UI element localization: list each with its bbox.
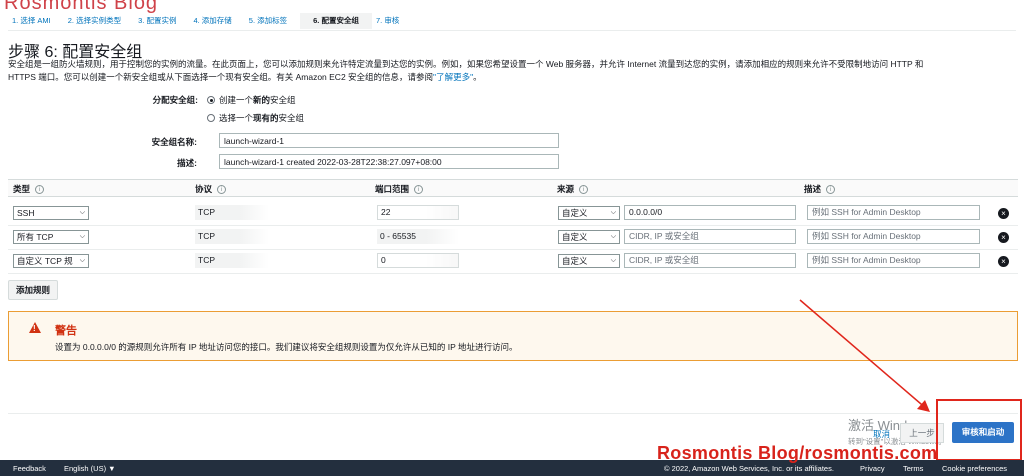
protocol-value: TCP — [195, 253, 269, 268]
description-end: 。 — [473, 72, 482, 82]
chevron-down-icon: ⌵ — [79, 233, 85, 240]
type-select[interactable]: SSH ⌵ — [13, 206, 89, 220]
source-type-select[interactable]: 自定义 ⌵ — [558, 254, 620, 268]
group-name-input[interactable]: launch-wizard-1 — [219, 133, 559, 148]
group-name-label: 安全组名称: — [151, 137, 197, 147]
table-row: SSH ⌵ TCP 22 自定义 ⌵ 0.0.0.0/0 例如 SSH for Ad… — [8, 202, 1018, 226]
info-icon[interactable]: i — [217, 184, 227, 194]
chevron-down-icon: ⌵ — [610, 233, 616, 240]
radio-select-existing[interactable]: 选择一个现有的安全组 — [207, 112, 304, 124]
header-source: 来源 i — [557, 183, 589, 195]
warning-title: 警告 — [55, 325, 77, 337]
group-desc-input[interactable]: launch-wizard-1 created 2022-03-28T22:38… — [219, 154, 559, 169]
header-protocol: 协议 i — [195, 183, 227, 195]
terms-link[interactable]: Terms — [903, 464, 923, 473]
description-input[interactable]: 例如 SSH for Admin Desktop — [807, 229, 980, 244]
source-input[interactable]: 0.0.0.0/0 — [624, 205, 796, 220]
cancel-button[interactable]: 取消 — [873, 428, 890, 440]
header-description: 描述 i — [804, 183, 836, 195]
info-icon[interactable]: i — [579, 184, 589, 194]
description-line-1: 安全组是一组防火墙规则，用于控制您的实例的流量。在此页面上，您可以添加规则来允许… — [8, 59, 924, 69]
info-icon[interactable]: i — [826, 184, 836, 194]
group-desc-label: 描述: — [177, 158, 197, 168]
radio-icon[interactable] — [207, 114, 215, 122]
chevron-down-icon: ⌵ — [610, 257, 616, 264]
port-range-value: 0 - 65535 — [377, 229, 459, 244]
description-input[interactable]: 例如 SSH for Admin Desktop — [807, 253, 980, 268]
table-row: 自定义 TCP 规 ⌵ TCP 0 自定义 ⌵ CIDR, IP 或安全组 例如 S… — [8, 250, 1018, 274]
info-icon[interactable]: i — [414, 184, 424, 194]
source-input[interactable]: CIDR, IP 或安全组 — [624, 229, 796, 244]
header-port-range: 端口范围 i — [375, 183, 424, 195]
step-configure-instance[interactable]: 3. 配置实例 — [134, 13, 189, 29]
description-line-2: HTTPS 端口。您可以创建一个新安全组或从下面选择一个现有安全组。有关 Ama… — [8, 72, 434, 82]
radio-select-existing-label: 选择一个现有的安全组 — [219, 113, 305, 123]
cookie-preferences-link[interactable]: Cookie preferences — [942, 464, 1007, 473]
radio-create-new[interactable]: 创建一个新的安全组 — [207, 94, 296, 106]
header-type: 类型 i — [13, 183, 45, 195]
annotation-highlight-box — [936, 399, 1022, 461]
learn-more-link[interactable]: "了解更多" — [433, 72, 473, 82]
table-row: 所有 TCP ⌵ TCP 0 - 65535 自定义 ⌵ CIDR, IP 或安全组… — [8, 226, 1018, 250]
annotation-arrow-head — [917, 400, 930, 412]
assign-group-label: 分配安全组: — [152, 95, 198, 105]
delete-rule-icon[interactable]: × — [998, 232, 1009, 243]
warning-text: 设置为 0.0.0.0/0 的源规则允许所有 IP 地址访问您的接口。我们建议将… — [55, 342, 518, 352]
step-review[interactable]: 7. 审核 — [372, 13, 412, 29]
type-select[interactable]: 自定义 TCP 规 ⌵ — [13, 254, 89, 268]
description-input[interactable]: 例如 SSH for Admin Desktop — [807, 205, 980, 220]
warning-icon-mark: ! — [33, 324, 36, 333]
source-input[interactable]: CIDR, IP 或安全组 — [624, 253, 796, 268]
chevron-down-icon: ⌵ — [610, 209, 616, 216]
radio-icon-checked[interactable] — [207, 96, 215, 104]
chevron-down-icon: ⌵ — [79, 209, 85, 216]
wizard-steps: 1. 选择 AMI 2. 选择实例类型 3. 配置实例 4. 添加存储 5. 添… — [8, 13, 412, 29]
radio-create-new-label: 创建一个新的安全组 — [219, 95, 296, 105]
step-choose-ami[interactable]: 1. 选择 AMI — [8, 13, 64, 29]
port-range-input[interactable]: 22 — [377, 205, 459, 220]
step-add-tags[interactable]: 5. 添加标签 — [245, 13, 300, 29]
port-range-input[interactable]: 0 — [377, 253, 459, 268]
add-rule-button[interactable]: 添加规则 — [8, 280, 59, 300]
delete-rule-icon[interactable]: × — [998, 208, 1009, 219]
step-security-group[interactable]: 6. 配置安全组 — [300, 13, 372, 29]
warning-banner: ! 警告 设置为 0.0.0.0/0 的源规则允许所有 IP 地址访问您的接口。… — [8, 311, 1018, 361]
step-add-storage[interactable]: 4. 添加存储 — [189, 13, 244, 29]
source-type-select[interactable]: 自定义 ⌵ — [558, 230, 620, 244]
info-icon[interactable]: i — [35, 184, 45, 194]
blog-watermark: Rosmontis Blog/rosmontis.com — [657, 443, 938, 463]
feedback-link[interactable]: Feedback — [13, 464, 46, 473]
protocol-value: TCP — [195, 205, 269, 220]
protocol-value: TCP — [195, 229, 269, 244]
privacy-link[interactable]: Privacy — [860, 464, 885, 473]
step-instance-type[interactable]: 2. 选择实例类型 — [64, 13, 134, 29]
delete-rule-icon[interactable]: × — [998, 256, 1009, 267]
chevron-down-icon: ⌵ — [79, 257, 85, 264]
actions-divider — [8, 413, 1018, 414]
copyright-text: © 2022, Amazon Web Services, Inc. or its… — [664, 464, 834, 473]
language-selector[interactable]: English (US) ▼ — [64, 464, 116, 473]
source-type-select[interactable]: 自定义 ⌵ — [558, 206, 620, 220]
type-select[interactable]: 所有 TCP ⌵ — [13, 230, 89, 244]
rules-table-header: 类型 i 协议 i 端口范围 i 来源 i 描述 i — [8, 179, 1018, 197]
page-description: 安全组是一组防火墙规则，用于控制您的实例的流量。在此页面上，您可以添加规则来允许… — [8, 58, 1018, 84]
steps-divider — [8, 30, 1016, 31]
